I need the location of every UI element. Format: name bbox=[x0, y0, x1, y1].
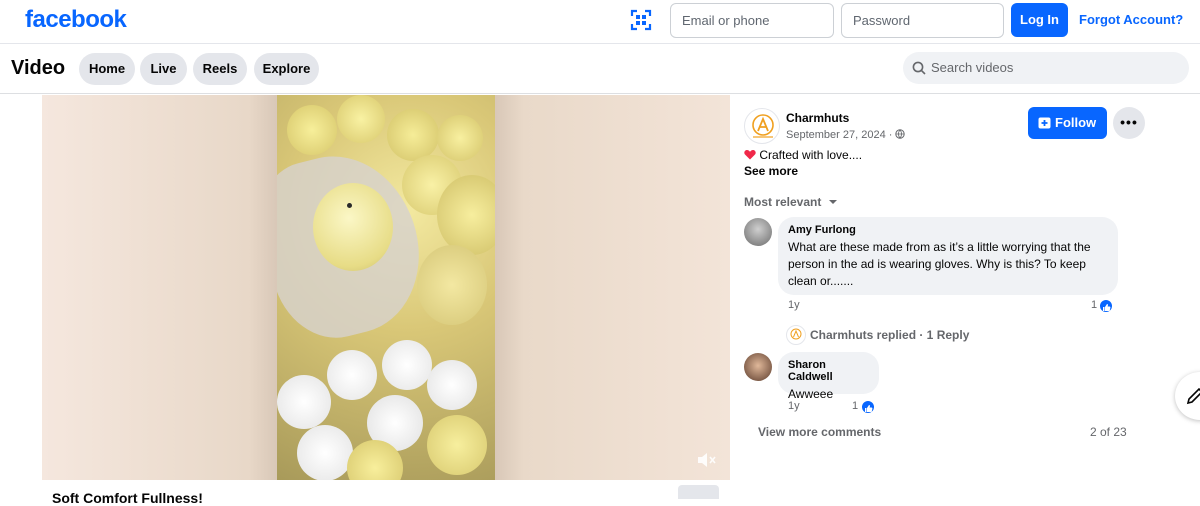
post-date[interactable]: September 27, 2024 · bbox=[786, 129, 906, 141]
like-icon[interactable] bbox=[1099, 299, 1113, 313]
search-icon bbox=[912, 61, 926, 75]
top-bar: facebook Email or phone Password Log In … bbox=[0, 0, 1200, 44]
see-more-link[interactable]: See more bbox=[744, 164, 798, 178]
heart-icon bbox=[744, 150, 756, 160]
login-button[interactable]: Log In bbox=[1011, 3, 1068, 37]
view-replies-link[interactable]: Charmhuts replied · 1 Reply bbox=[810, 328, 969, 342]
comment-age[interactable]: 1y bbox=[788, 400, 800, 412]
page-name[interactable]: Charmhuts bbox=[786, 111, 849, 125]
comment-bubble: Sharon Caldwell Awweee bbox=[778, 352, 879, 401]
search-input[interactable]: Search videos bbox=[903, 52, 1189, 84]
post-caption: Crafted with love.... bbox=[744, 148, 862, 162]
facebook-logo[interactable]: facebook bbox=[25, 6, 127, 34]
charmhuts-logo-icon bbox=[790, 328, 802, 340]
tab-home[interactable]: Home bbox=[79, 53, 135, 85]
muted-volume-icon[interactable] bbox=[696, 451, 718, 469]
follow-button[interactable]: Follow bbox=[1028, 107, 1107, 139]
globe-icon bbox=[895, 129, 906, 139]
tab-live[interactable]: Live bbox=[140, 53, 187, 85]
charmhuts-logo-icon bbox=[752, 114, 774, 138]
more-options-button[interactable]: ••• bbox=[1113, 107, 1145, 139]
reply-author-avatar[interactable] bbox=[786, 325, 806, 345]
follow-page-icon bbox=[1038, 117, 1051, 129]
pencil-icon bbox=[1186, 387, 1200, 405]
page-avatar[interactable] bbox=[744, 108, 780, 144]
video-action-button[interactable] bbox=[678, 485, 719, 499]
forgot-account-link[interactable]: Forgot Account? bbox=[1079, 12, 1183, 27]
tab-explore[interactable]: Explore bbox=[254, 53, 319, 85]
video-frame bbox=[277, 95, 495, 480]
video-title: Soft Comfort Fullness! bbox=[52, 490, 203, 506]
tab-reels[interactable]: Reels bbox=[193, 53, 247, 85]
commenter-avatar[interactable] bbox=[744, 353, 772, 381]
comment-like-count: 1 bbox=[852, 400, 859, 412]
comment-bubble: Amy Furlong What are these made from as … bbox=[778, 217, 1118, 295]
password-field[interactable]: Password bbox=[841, 3, 1004, 38]
comment-age[interactable]: 1y bbox=[788, 299, 800, 311]
page-title: Video bbox=[11, 57, 66, 79]
comment-author[interactable]: Amy Furlong bbox=[788, 224, 1108, 236]
comment-author[interactable]: Sharon Caldwell bbox=[788, 359, 869, 383]
commenter-avatar[interactable] bbox=[744, 218, 772, 246]
qr-code-icon[interactable] bbox=[630, 9, 652, 31]
like-icon[interactable] bbox=[861, 400, 875, 414]
compose-button[interactable] bbox=[1175, 372, 1200, 420]
comment-text: What are these made from as it’s a littl… bbox=[788, 240, 1091, 288]
video-player[interactable] bbox=[42, 95, 730, 480]
email-field[interactable]: Email or phone bbox=[670, 3, 834, 38]
comment-like-count: 1 bbox=[1091, 299, 1098, 311]
search-placeholder: Search videos bbox=[931, 60, 1014, 75]
yellow-chick-toy bbox=[313, 183, 393, 271]
view-more-comments-link[interactable]: View more comments bbox=[758, 425, 881, 439]
comment-sort-dropdown[interactable]: Most relevant bbox=[744, 195, 838, 209]
caret-down-icon bbox=[828, 200, 837, 204]
video-nav-bar: Video Home Live Reels Explore Search vid… bbox=[0, 45, 1200, 94]
comment-pager: 2 of 23 bbox=[1090, 425, 1127, 439]
